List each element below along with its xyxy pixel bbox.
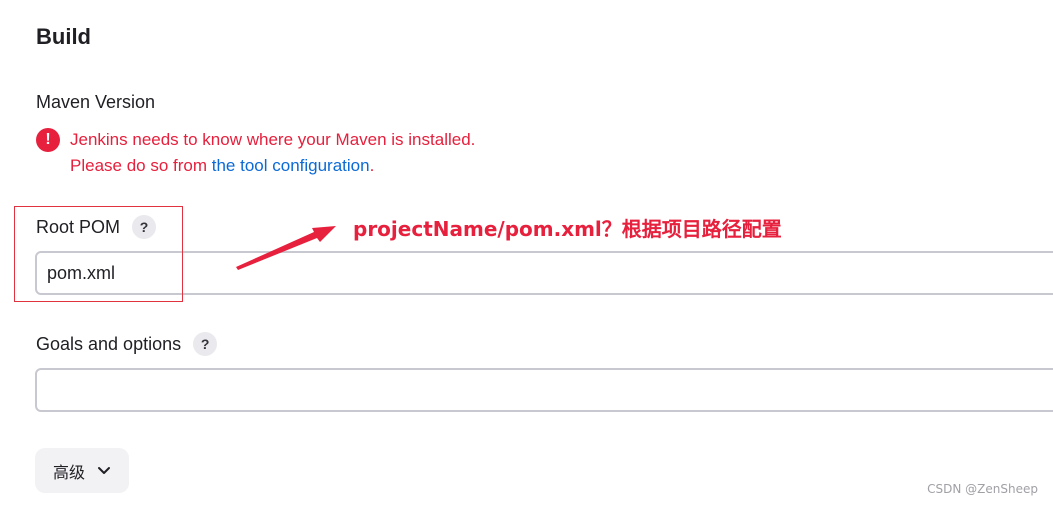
section-title: Build — [36, 24, 91, 49]
error-line-2-prefix: Please do so from — [70, 156, 212, 175]
chevron-down-icon — [98, 466, 110, 474]
error-line-2: Please do so from the tool configuration… — [70, 153, 475, 179]
error-text: Jenkins needs to know where your Maven i… — [70, 127, 475, 179]
tool-configuration-link[interactable]: the tool configuration — [212, 156, 370, 175]
maven-version-label-text: Maven Version — [36, 92, 156, 112]
goals-help-icon[interactable]: ? — [193, 332, 218, 356]
maven-version-label: Maven Version — [36, 92, 155, 113]
root-pom-label-text: Root POM — [36, 216, 121, 237]
goals-input[interactable] — [35, 368, 1053, 412]
goals-label-text: Goals and options — [36, 333, 182, 354]
error-line-2-suffix: . — [369, 156, 375, 175]
root-pom-label: Root POM ? — [36, 215, 157, 239]
goals-label: Goals and options ? — [36, 332, 218, 356]
error-line-1: Jenkins needs to know where your Maven i… — [70, 130, 476, 149]
advanced-label: 高级 — [52, 462, 85, 482]
root-pom-help-icon[interactable]: ? — [132, 215, 157, 239]
error-icon: ! — [36, 128, 60, 152]
annotation-text: projectName/pom.xml？根据项目路径配置 — [353, 217, 782, 241]
watermark: CSDN @ZenSheep — [927, 482, 1038, 496]
maven-error-message: ! Jenkins needs to know where your Maven… — [36, 127, 475, 179]
advanced-button[interactable]: 高级 — [35, 448, 129, 493]
root-pom-input[interactable] — [35, 251, 1053, 295]
